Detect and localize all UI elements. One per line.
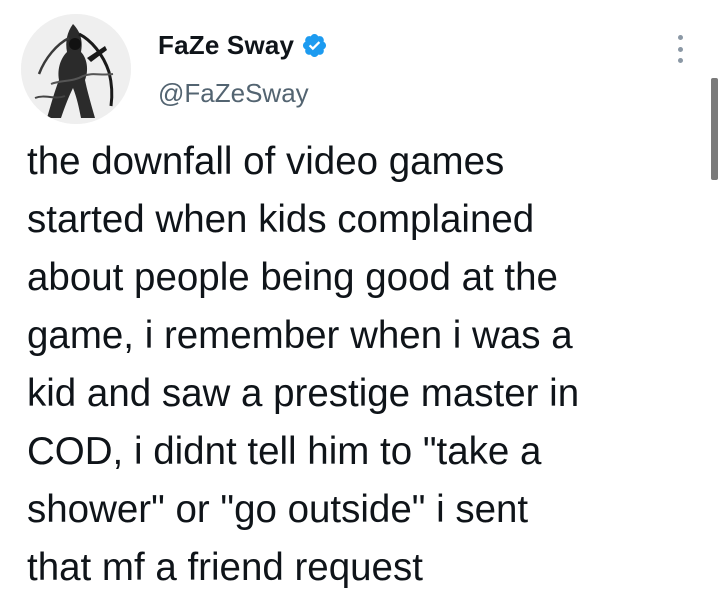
scrollbar[interactable] [711,78,718,180]
display-name[interactable]: FaZe Sway [158,30,294,61]
author-name-row: FaZe Sway [158,30,328,61]
avatar[interactable] [21,14,131,124]
tweet: FaZe Sway @FaZeSway the downfall of vide… [0,0,720,589]
more-vertical-icon[interactable] [671,35,689,63]
tweet-text: the downfall of video games started when… [27,140,580,589]
handle[interactable]: @FaZeSway [158,78,309,109]
avatar-illustration-icon [21,14,131,124]
verified-badge-icon [301,32,328,59]
